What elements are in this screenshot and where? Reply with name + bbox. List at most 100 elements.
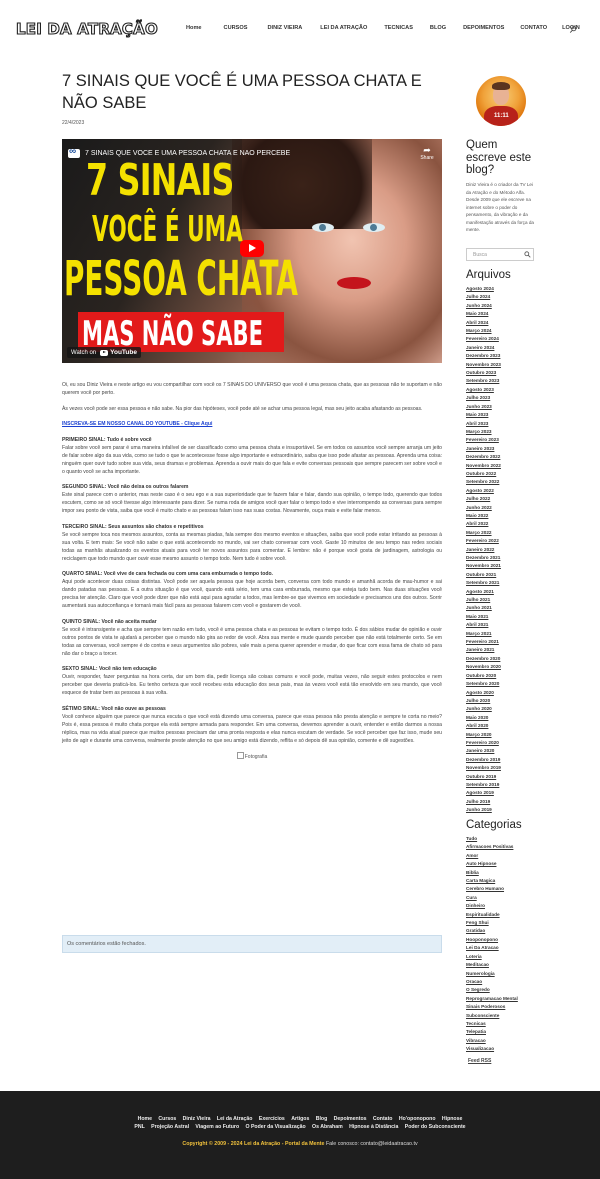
category-link[interactable]: Amor bbox=[466, 852, 536, 860]
nav-lei-da-atracao[interactable]: LEI DA ATRAÇÃO bbox=[320, 25, 367, 31]
archive-link[interactable]: Janeiro 2024 bbox=[466, 344, 536, 352]
archive-link[interactable]: Julho 2024 bbox=[466, 293, 536, 301]
category-link[interactable]: Vibracao bbox=[466, 1037, 536, 1045]
archive-link[interactable]: Maio 2023 bbox=[466, 411, 536, 419]
nav-home[interactable]: Home bbox=[186, 25, 202, 31]
video-embed[interactable]: 7 SINAIS VOCÊ É UMA PESSOA CHATA MAS NÃO… bbox=[62, 139, 442, 363]
archive-link[interactable]: Maio 2022 bbox=[466, 512, 536, 520]
archive-link[interactable]: Julho 2019 bbox=[466, 798, 536, 806]
nav-contato[interactable]: CONTATO bbox=[520, 25, 547, 31]
category-link[interactable]: Sinais Poderosos bbox=[466, 1003, 536, 1011]
footer-link[interactable]: Os Abraham bbox=[312, 1124, 343, 1130]
archive-link[interactable]: Janeiro 2022 bbox=[466, 546, 536, 554]
video-title[interactable]: 7 SINAIS QUE VOCÊ É UMA PESSOA CHATA E N… bbox=[85, 150, 418, 157]
archive-link[interactable]: Setembro 2023 bbox=[466, 377, 536, 385]
archive-link[interactable]: Março 2023 bbox=[466, 428, 536, 436]
nav-depoimentos[interactable]: DEPOIMENTOS bbox=[463, 25, 504, 31]
footer-link[interactable]: Diniz Vieira bbox=[183, 1116, 211, 1122]
archive-link[interactable]: Fevereiro 2024 bbox=[466, 335, 536, 343]
archive-link[interactable]: Julho 2023 bbox=[466, 394, 536, 402]
archive-link[interactable]: Maio 2024 bbox=[466, 310, 536, 318]
archive-link[interactable]: Junho 2021 bbox=[466, 604, 536, 612]
nav-cursos[interactable]: CURSOS bbox=[224, 25, 248, 31]
category-link[interactable]: Carta Magica bbox=[466, 877, 536, 885]
category-link[interactable]: O Segredo bbox=[466, 986, 536, 994]
category-link[interactable]: Oracao bbox=[466, 978, 536, 986]
footer-link[interactable]: Hipnose à Distância bbox=[349, 1124, 398, 1130]
archive-link[interactable]: Dezembro 2021 bbox=[466, 554, 536, 562]
archive-link[interactable]: Setembro 2020 bbox=[466, 680, 536, 688]
archive-link[interactable]: Outubro 2020 bbox=[466, 672, 536, 680]
category-link[interactable]: Meditacao bbox=[466, 961, 536, 969]
category-link[interactable]: Loteria bbox=[466, 953, 536, 961]
archive-link[interactable]: Abril 2024 bbox=[466, 319, 536, 327]
archive-link[interactable]: Março 2021 bbox=[466, 630, 536, 638]
category-link[interactable]: Feng Shui bbox=[466, 919, 536, 927]
footer-link[interactable]: Depoimentos bbox=[334, 1116, 367, 1122]
archive-link[interactable]: Fevereiro 2023 bbox=[466, 436, 536, 444]
archive-link[interactable]: Maio 2021 bbox=[466, 613, 536, 621]
archive-link[interactable]: Março 2020 bbox=[466, 731, 536, 739]
archive-link[interactable]: Setembro 2021 bbox=[466, 579, 536, 587]
category-link[interactable]: Afirmacoes Positivas bbox=[466, 843, 536, 851]
archive-link[interactable]: Janeiro 2023 bbox=[466, 445, 536, 453]
archive-link[interactable]: Novembro 2023 bbox=[466, 361, 536, 369]
category-link[interactable]: Visualizacao bbox=[466, 1045, 536, 1053]
footer-link[interactable]: Exercícios bbox=[259, 1116, 285, 1122]
archive-link[interactable]: Novembro 2021 bbox=[466, 562, 536, 570]
watch-on-youtube-button[interactable]: Watch on YouTube bbox=[67, 347, 141, 358]
archive-link[interactable]: Dezembro 2019 bbox=[466, 756, 536, 764]
archive-link[interactable]: Julho 2020 bbox=[466, 697, 536, 705]
category-link[interactable]: Lei Da Atracao bbox=[466, 944, 536, 952]
category-link[interactable]: Espiritualidade bbox=[466, 911, 536, 919]
nav-tecnicas[interactable]: TECNICAS bbox=[384, 25, 413, 31]
footer-link[interactable]: Blog bbox=[316, 1116, 328, 1122]
archive-link[interactable]: Outubro 2019 bbox=[466, 773, 536, 781]
archive-link[interactable]: Setembro 2019 bbox=[466, 781, 536, 789]
archive-link[interactable]: Abril 2020 bbox=[466, 722, 536, 730]
archive-link[interactable]: Julho 2021 bbox=[466, 596, 536, 604]
archive-link[interactable]: Novembro 2020 bbox=[466, 663, 536, 671]
footer-link[interactable]: Cursos bbox=[158, 1116, 176, 1122]
archive-link[interactable]: Agosto 2020 bbox=[466, 689, 536, 697]
footer-link[interactable]: Hipnose bbox=[442, 1116, 462, 1122]
archive-link[interactable]: Novembro 2019 bbox=[466, 764, 536, 772]
category-link[interactable]: Cura bbox=[466, 894, 536, 902]
category-link[interactable]: Auto Hipnose bbox=[466, 860, 536, 868]
footer-link[interactable]: Lei da Atração bbox=[217, 1116, 253, 1122]
archive-link[interactable]: Março 2024 bbox=[466, 327, 536, 335]
archive-link[interactable]: Maio 2020 bbox=[466, 714, 536, 722]
category-link[interactable]: Dinheiro bbox=[466, 902, 536, 910]
archive-link[interactable]: Agosto 2019 bbox=[466, 789, 536, 797]
archive-link[interactable]: Abril 2023 bbox=[466, 420, 536, 428]
archive-link[interactable]: Setembro 2022 bbox=[466, 478, 536, 486]
footer-link[interactable]: PNL bbox=[134, 1124, 144, 1130]
footer-link[interactable]: Contato bbox=[373, 1116, 393, 1122]
archive-link[interactable]: Agosto 2022 bbox=[466, 487, 536, 495]
archive-link[interactable]: Novembro 2022 bbox=[466, 462, 536, 470]
footer-link[interactable]: Ho'oponopono bbox=[399, 1116, 436, 1122]
category-link[interactable]: Hooponopono bbox=[466, 936, 536, 944]
archive-link[interactable]: Outubro 2023 bbox=[466, 369, 536, 377]
sidebar-search-input[interactable]: Busca bbox=[466, 248, 534, 261]
archive-link[interactable]: Abril 2021 bbox=[466, 621, 536, 629]
archive-link[interactable]: Junho 2023 bbox=[466, 403, 536, 411]
play-button-icon[interactable] bbox=[240, 240, 264, 257]
search-icon[interactable] bbox=[569, 25, 577, 34]
archive-link[interactable]: Abril 2022 bbox=[466, 520, 536, 528]
site-logo[interactable]: LEI DA ATRAÇÃO bbox=[15, 19, 158, 38]
archive-link[interactable]: Fevereiro 2021 bbox=[466, 638, 536, 646]
archive-link[interactable]: Junho 2020 bbox=[466, 705, 536, 713]
subscribe-youtube-link[interactable]: INSCREVA-SE EM NOSSO CANAL DO YOUTUBE - … bbox=[62, 421, 212, 427]
share-button[interactable]: ➦ Share bbox=[418, 145, 436, 161]
archive-link[interactable]: Junho 2022 bbox=[466, 504, 536, 512]
archive-link[interactable]: Janeiro 2021 bbox=[466, 646, 536, 654]
archive-link[interactable]: Agosto 2021 bbox=[466, 588, 536, 596]
archive-link[interactable]: Agosto 2024 bbox=[466, 285, 536, 293]
footer-link[interactable]: Poder do Subconsciente bbox=[405, 1124, 466, 1130]
archive-link[interactable]: Janeiro 2020 bbox=[466, 747, 536, 755]
category-link[interactable]: Telepatia bbox=[466, 1028, 536, 1036]
footer-link[interactable]: Home bbox=[138, 1116, 152, 1122]
archive-link[interactable]: Março 2022 bbox=[466, 529, 536, 537]
archive-link[interactable]: Junho 2024 bbox=[466, 302, 536, 310]
